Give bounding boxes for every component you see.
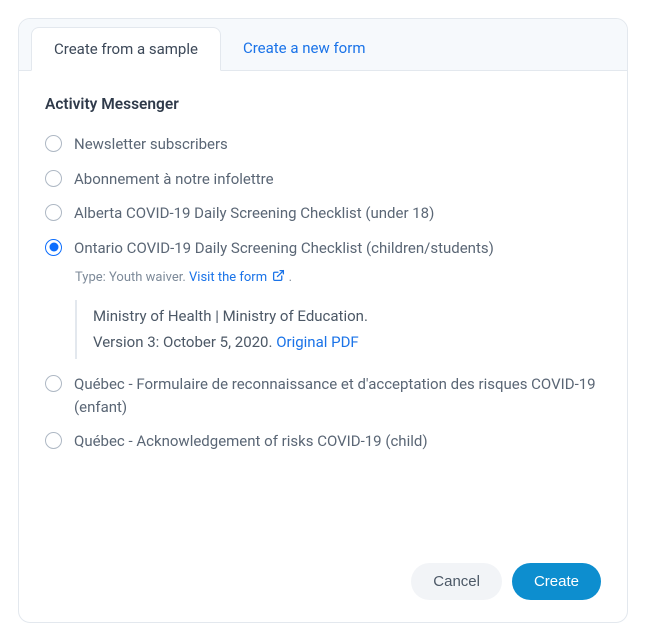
modal-body: Activity Messenger Newsletter subscriber…	[19, 71, 627, 483]
radio-icon	[45, 204, 62, 221]
original-pdf-link[interactable]: Original PDF	[276, 333, 359, 351]
tabs: Create from a sample Create a new form	[19, 19, 627, 71]
link-text: Visit the form	[189, 270, 267, 285]
option-quebec-formulaire-enfant[interactable]: Québec - Formulaire de reconnaissance et…	[45, 367, 601, 424]
option-label: Alberta COVID-19 Daily Screening Checkli…	[74, 202, 434, 225]
option-label: Québec - Acknowledgement of risks COVID-…	[74, 430, 428, 453]
cancel-button[interactable]: Cancel	[411, 563, 502, 600]
option-label: Ontario COVID-19 Daily Screening Checkli…	[74, 237, 494, 260]
tab-label: Create a new form	[243, 39, 366, 57]
tab-create-from-sample[interactable]: Create from a sample	[31, 27, 221, 71]
tab-label: Create from a sample	[54, 40, 198, 58]
desc-line: Ministry of Health | Ministry of Educati…	[93, 304, 601, 330]
type-label: Type: Youth waiver.	[75, 270, 186, 285]
radio-icon	[45, 239, 62, 256]
tab-create-new-form[interactable]: Create a new form	[221, 27, 388, 70]
section-title: Activity Messenger	[45, 95, 601, 113]
option-quebec-acknowledgement-child[interactable]: Québec - Acknowledgement of risks COVID-…	[45, 424, 601, 459]
desc-line-2: Version 3: October 5, 2020. Original PDF	[93, 330, 601, 356]
option-ontario-covid-checklist[interactable]: Ontario COVID-19 Daily Screening Checkli…	[45, 231, 601, 266]
option-abonnement-infolettre[interactable]: Abonnement à notre infolettre	[45, 162, 601, 197]
option-alberta-covid-checklist[interactable]: Alberta COVID-19 Daily Screening Checkli…	[45, 196, 601, 231]
modal-footer: Cancel Create	[19, 483, 627, 622]
create-form-modal: Create from a sample Create a new form A…	[18, 18, 628, 623]
external-link-icon	[272, 269, 285, 286]
option-label: Québec - Formulaire de reconnaissance et…	[74, 373, 601, 418]
radio-icon	[45, 375, 62, 392]
option-meta: Type: Youth waiver. Visit the form .	[75, 269, 601, 286]
radio-icon	[45, 432, 62, 449]
visit-form-link[interactable]: Visit the form	[189, 270, 289, 285]
desc-text: Version 3: October 5, 2020.	[93, 333, 272, 351]
selected-option-details: Type: Youth waiver. Visit the form . Min…	[75, 269, 601, 359]
option-description: Ministry of Health | Ministry of Educati…	[75, 300, 601, 359]
option-label: Newsletter subscribers	[74, 133, 228, 156]
radio-icon	[45, 135, 62, 152]
option-label: Abonnement à notre infolettre	[74, 168, 274, 191]
create-button[interactable]: Create	[512, 563, 601, 600]
radio-icon	[45, 170, 62, 187]
option-newsletter-subscribers[interactable]: Newsletter subscribers	[45, 127, 601, 162]
